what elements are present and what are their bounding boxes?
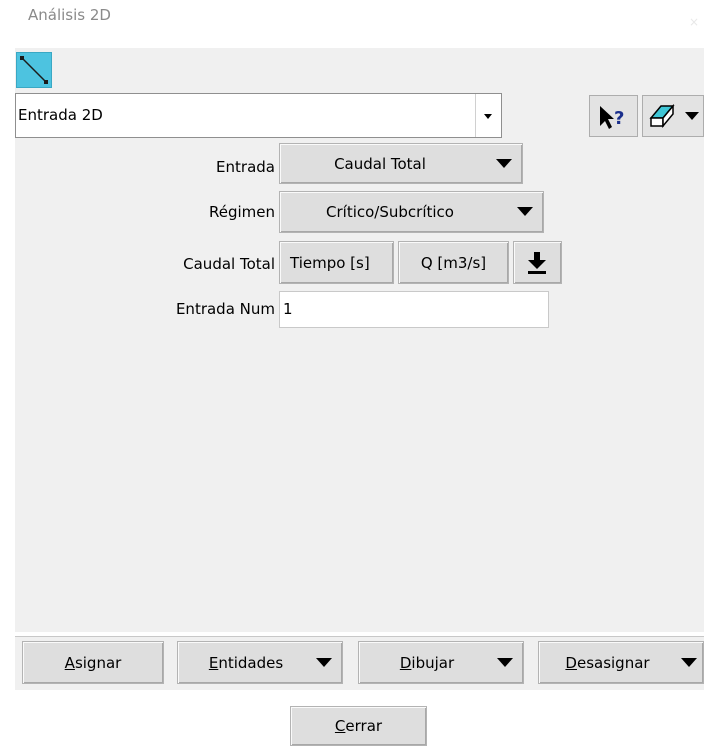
chevron-down-icon	[316, 657, 332, 667]
entrada-num-label: Entrada Num	[175, 300, 275, 318]
entrada-label: Entrada	[216, 158, 275, 176]
caudal-total-label: Caudal Total	[183, 255, 275, 273]
tiempo-button[interactable]: Tiempo [s]	[279, 241, 394, 284]
download-icon	[528, 252, 546, 274]
download-button[interactable]	[513, 241, 562, 284]
tree-view-menu-button[interactable]	[642, 95, 704, 137]
dibujar-menu-button[interactable]: Dibujar	[358, 641, 524, 684]
entrada-dropdown[interactable]: Caudal Total	[279, 143, 523, 184]
asignar-button[interactable]: Asignar	[22, 641, 164, 684]
whats-this-help-icon: ?	[600, 106, 624, 129]
entrada-num-value: 1	[283, 300, 293, 318]
close-button[interactable]: ×	[684, 9, 704, 35]
regimen-dropdown[interactable]: Crítico/Subcrítico	[279, 191, 544, 233]
entrada-value: Caudal Total	[334, 154, 426, 173]
chevron-down-icon	[517, 207, 533, 216]
tree-view-icon	[649, 103, 699, 129]
asignar-label: Asignar	[64, 653, 122, 672]
entry-type-value: Entrada 2D	[18, 106, 103, 124]
whats-this-help-button[interactable]: ?	[589, 95, 638, 137]
desasignar-label: Desasignar	[565, 653, 650, 672]
chevron-down-icon	[496, 158, 512, 168]
line-draw-icon[interactable]	[16, 52, 52, 88]
svg-text:?: ?	[614, 108, 624, 129]
tiempo-button-label: Tiempo [s]	[290, 254, 370, 272]
regimen-label: Régimen	[208, 203, 275, 221]
cerrar-label: Cerrar	[334, 717, 383, 735]
chevron-down-icon	[484, 114, 492, 119]
q-button[interactable]: Q [m3/s]	[398, 241, 509, 284]
entry-type-select[interactable]: Entrada 2D	[15, 93, 502, 138]
dibujar-label: Dibujar	[399, 653, 455, 672]
chevron-down-icon	[497, 657, 513, 667]
entry-type-dropdown-button[interactable]	[475, 94, 501, 137]
cerrar-button[interactable]: Cerrar	[290, 706, 427, 746]
entidades-label: Entidades	[208, 653, 284, 672]
chevron-down-icon	[681, 657, 697, 667]
desasignar-menu-button[interactable]: Desasignar	[538, 641, 704, 684]
q-button-label: Q [m3/s]	[420, 253, 487, 272]
entidades-menu-button[interactable]: Entidades	[177, 641, 343, 684]
entrada-num-input[interactable]: 1	[279, 291, 549, 328]
window-title: Análisis 2D	[28, 6, 111, 24]
regimen-value: Crítico/Subcrítico	[326, 203, 454, 221]
